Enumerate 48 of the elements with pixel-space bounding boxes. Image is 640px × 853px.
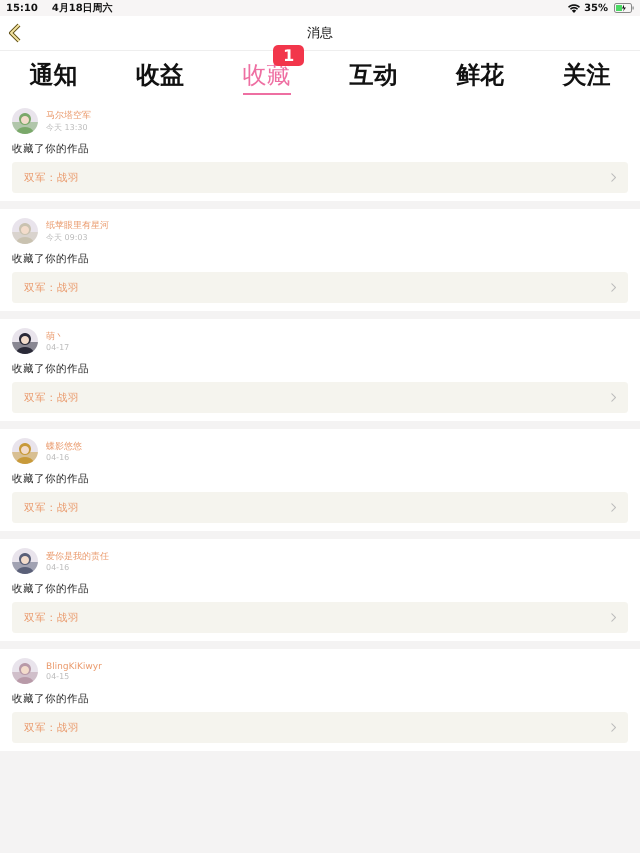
battery-level: 35% — [584, 2, 608, 14]
message-text: 收藏了你的作品 — [12, 582, 90, 596]
battery-icon — [614, 3, 634, 13]
status-time: 15:10 — [6, 2, 38, 14]
message-text: 收藏了你的作品 — [12, 472, 90, 486]
work-title: 双军：战羽 — [24, 170, 79, 184]
chevron-right-icon — [611, 723, 616, 732]
tab[interactable]: 通知 — [29, 51, 78, 95]
work-link[interactable]: 双军：战羽 — [12, 712, 628, 743]
user-name[interactable]: BlingKiKiwyr — [46, 662, 102, 672]
work-title: 双军：战羽 — [24, 500, 79, 514]
status-date: 4月18日周六 — [52, 1, 113, 15]
work-link[interactable]: 双军：战羽 — [12, 272, 628, 303]
back-icon[interactable] — [8, 23, 22, 43]
message-time: 04-16 — [46, 563, 70, 572]
message-time: 04-15 — [46, 672, 70, 680]
message-time: 今天 09:03 — [46, 232, 89, 243]
user-name[interactable]: 马尔塔空军 — [46, 109, 91, 122]
tab[interactable]: 关注 — [562, 51, 611, 95]
tab[interactable]: 互动 — [349, 51, 398, 95]
chevron-right-icon — [611, 393, 616, 402]
work-link[interactable]: 双军：战羽 — [12, 382, 628, 413]
user-name[interactable]: 萌丶 — [46, 330, 70, 343]
user-name[interactable]: 蝶影悠悠 — [46, 440, 82, 453]
page-title: 消息 — [307, 25, 333, 42]
message-text: 收藏了你的作品 — [12, 692, 90, 706]
message-time: 04-16 — [46, 453, 70, 462]
work-title: 双军：战羽 — [24, 610, 79, 624]
chevron-right-icon — [611, 283, 616, 292]
message-text: 收藏了你的作品 — [12, 142, 90, 156]
user-name[interactable]: 纸苹眼里有星河 — [46, 219, 109, 232]
chevron-right-icon — [611, 613, 616, 622]
work-title: 双军：战羽 — [24, 390, 79, 404]
message-text: 收藏了你的作品 — [12, 252, 90, 266]
work-link[interactable]: 双军：战羽 — [12, 162, 628, 193]
chevron-right-icon — [611, 173, 616, 182]
message-time: 04-17 — [46, 343, 70, 352]
chevron-right-icon — [611, 503, 616, 512]
work-link[interactable]: 双军：战羽 — [12, 602, 628, 633]
work-title: 双军：战羽 — [24, 280, 79, 294]
work-link[interactable]: 双军：战羽 — [12, 492, 628, 523]
message-time: 今天 13:30 — [46, 122, 89, 133]
tab[interactable]: 鲜花 — [456, 51, 504, 95]
message-text: 收藏了你的作品 — [12, 362, 90, 376]
tab[interactable]: 收益 — [136, 51, 184, 95]
wifi-icon — [568, 4, 580, 12]
user-name[interactable]: 爱你是我的责任 — [46, 550, 109, 563]
work-title: 双军：战羽 — [24, 720, 79, 734]
